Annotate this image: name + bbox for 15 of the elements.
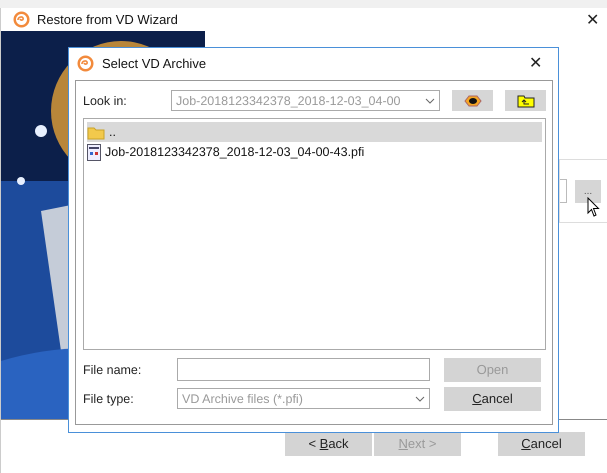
- file-item[interactable]: Job-2018123342378_2018-12-03_04-00-43.pfi: [87, 142, 542, 162]
- file-name-label: File name:: [83, 362, 142, 376]
- file-name: ..: [109, 125, 116, 139]
- file-item[interactable]: ..: [87, 122, 542, 142]
- wizard-button[interactable]: < Back: [285, 432, 372, 456]
- wizard-button[interactable]: Cancel: [498, 432, 585, 456]
- browse-button[interactable]: ...: [575, 180, 601, 202]
- file-type-label: File type:: [83, 392, 135, 406]
- close-button[interactable]: ✕: [529, 53, 542, 73]
- look-in-label: Look in:: [83, 94, 128, 108]
- cancel-button[interactable]: Cancel: [444, 386, 541, 410]
- window-title: Restore from VD Wizard: [37, 12, 179, 27]
- file-name: Job-2018123342378_2018-12-03_04-00-43.pfi: [105, 145, 364, 159]
- dialog-title: Select VD Archive: [102, 56, 208, 70]
- close-button[interactable]: ✕: [586, 10, 599, 30]
